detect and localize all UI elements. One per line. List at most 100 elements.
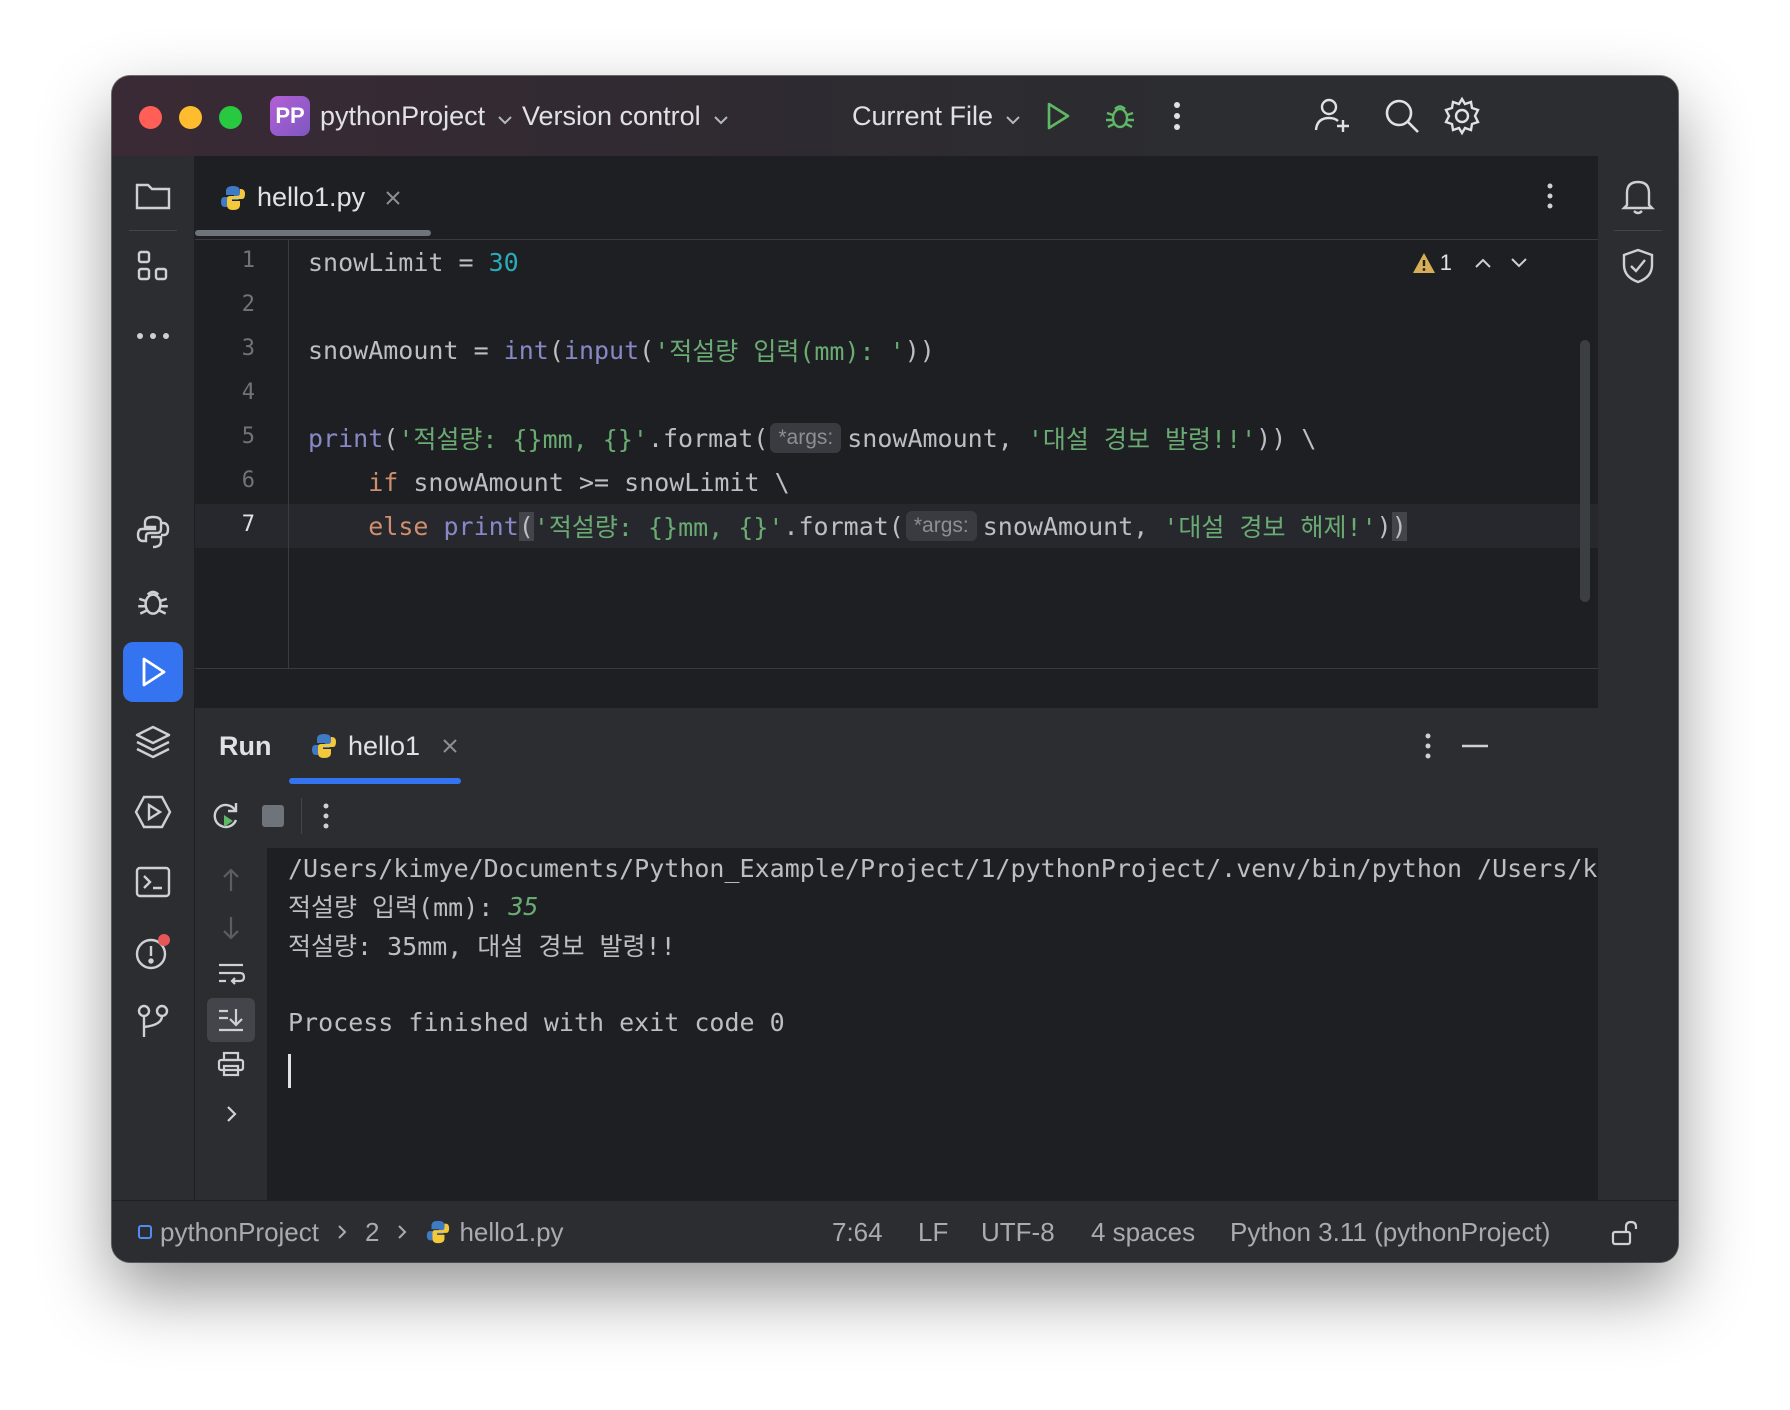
version-control-menu[interactable]: Version control: [522, 76, 729, 156]
git-branch-icon[interactable]: [129, 998, 177, 1046]
line-number: 5: [241, 424, 255, 449]
code-line-1: snowLimit = 30: [308, 247, 519, 277]
run-tool-window-header: Run hello1: [195, 708, 1598, 785]
editor-scrollbar[interactable]: [1580, 340, 1590, 602]
line-number: 1: [241, 248, 255, 273]
line-separator[interactable]: LF: [918, 1201, 948, 1262]
breadcrumb-separator-icon: [397, 1224, 407, 1240]
tab-filename: hello1.py: [257, 182, 366, 212]
chevron-down-icon: [713, 101, 729, 132]
breadcrumb-project[interactable]: pythonProject: [160, 1217, 319, 1248]
gear-icon[interactable]: [1440, 94, 1484, 138]
project-badge: PP: [270, 96, 310, 136]
file-encoding[interactable]: UTF-8: [981, 1201, 1055, 1262]
run-tab-label: hello1: [348, 730, 421, 761]
project-folder-icon[interactable]: [129, 172, 177, 220]
toolbar-separator: [301, 798, 302, 834]
parameter-hint: *args:: [770, 423, 842, 453]
run-tab-hello1[interactable]: hello1: [310, 708, 458, 784]
module-icon: [138, 1225, 152, 1239]
run-panel-title: Run: [219, 730, 272, 761]
shield-check-icon[interactable]: [1614, 242, 1662, 290]
maximize-window-button[interactable]: [219, 106, 242, 129]
console-result-line: 적설량: 35mm, 대설 경보 발령!!: [288, 932, 676, 961]
debug-icon[interactable]: [1100, 96, 1140, 136]
services-icon[interactable]: [129, 788, 177, 836]
run-config-selector[interactable]: Current File: [852, 76, 1021, 156]
run-toolbar-more-icon[interactable]: [311, 796, 341, 836]
chevron-down-icon: [1005, 101, 1021, 132]
minimize-panel-icon[interactable]: [1455, 726, 1495, 766]
console-user-input: 35: [508, 891, 539, 921]
python-console-icon[interactable]: [129, 508, 177, 556]
chevron-down-icon: [497, 101, 513, 132]
warning-count: 1: [1439, 250, 1452, 275]
python-file-icon: [425, 1219, 451, 1245]
console-caret: [288, 1054, 291, 1088]
scroll-up-icon[interactable]: [209, 860, 253, 900]
stop-icon[interactable]: [251, 794, 295, 838]
print-icon[interactable]: [209, 1044, 253, 1084]
line-number: 2: [241, 292, 255, 317]
code-line-6: if snowAmount >= snowLimit \: [368, 467, 790, 497]
right-tool-window-bar: [1597, 156, 1678, 1200]
next-highlight-icon[interactable]: [1510, 257, 1528, 269]
code-line-7: else print('적설량: {}mm, {}' .format(*args:…: [368, 511, 1407, 542]
scroll-down-icon[interactable]: [209, 908, 253, 948]
active-tab-indicator: [195, 230, 431, 236]
project-selector[interactable]: PP pythonProject: [270, 76, 513, 156]
chevron-right-icon[interactable]: [209, 1094, 253, 1134]
console-side-toolbar: [195, 848, 268, 1200]
close-tab-icon[interactable]: [385, 190, 401, 206]
python-file-icon: [219, 184, 247, 212]
lock-open-icon[interactable]: [1604, 1213, 1644, 1253]
code-line-3: snowAmount = int(input('적설량 입력(mm): ')): [308, 335, 935, 367]
line-number: 4: [241, 380, 255, 405]
line-number: 6: [241, 468, 255, 493]
line-number: 7: [241, 512, 255, 537]
close-window-button[interactable]: [139, 106, 162, 129]
more-horizontal-icon[interactable]: [129, 312, 177, 360]
soft-wrap-icon[interactable]: [209, 954, 253, 994]
run-toolbar: [195, 784, 1598, 849]
tab-more-icon[interactable]: [1535, 176, 1565, 216]
caret-position[interactable]: 7:64: [832, 1201, 883, 1262]
inspection-widget[interactable]: 1: [1412, 250, 1528, 276]
notifications-bell-icon[interactable]: [1614, 172, 1662, 220]
console-exit-line: Process finished with exit code 0: [288, 1007, 785, 1037]
breadcrumb-folder[interactable]: 2: [365, 1217, 379, 1248]
left-tool-window-bar: [112, 156, 195, 1200]
run-icon[interactable]: [1040, 98, 1076, 134]
scroll-to-end-icon[interactable]: [207, 998, 255, 1042]
previous-highlight-icon[interactable]: [1474, 257, 1492, 269]
indent-setting[interactable]: 4 spaces: [1091, 1201, 1195, 1262]
breadcrumb-separator-icon: [337, 1224, 347, 1240]
parameter-hint: *args:: [905, 511, 977, 541]
search-icon[interactable]: [1380, 94, 1424, 138]
python-file-icon: [310, 732, 338, 760]
run-tool-icon[interactable]: [123, 642, 183, 702]
minimize-window-button[interactable]: [179, 106, 202, 129]
warning-triangle-icon: [1412, 252, 1436, 274]
console-prompt-line: 적설량 입력(mm): 35: [288, 886, 538, 926]
close-run-tab-icon[interactable]: [442, 738, 458, 754]
add-user-icon[interactable]: [1310, 94, 1354, 138]
layers-icon[interactable]: [129, 718, 177, 766]
breadcrumb: pythonProject 2 hello1.py: [138, 1201, 564, 1262]
run-console[interactable]: /Users/kimye/Documents/Python_Example/Pr…: [268, 848, 1598, 1200]
line-number: 3: [241, 336, 255, 361]
python-interpreter[interactable]: Python 3.11 (pythonProject): [1230, 1201, 1550, 1262]
run-panel-more-icon[interactable]: [1413, 726, 1443, 766]
status-bar: pythonProject 2 hello1.py 7:64 LF UTF-8 …: [112, 1200, 1678, 1262]
structure-icon[interactable]: [129, 242, 177, 290]
more-vertical-icon[interactable]: [1162, 96, 1192, 136]
rerun-icon[interactable]: [203, 794, 247, 838]
code-line-5: print('적설량: {}mm, {}' .format(*args: snowA…: [308, 423, 1317, 454]
debug-tool-icon[interactable]: [129, 578, 177, 626]
terminal-icon[interactable]: [129, 858, 177, 906]
editor-tab-hello1[interactable]: hello1.py: [219, 156, 401, 239]
breadcrumb-file[interactable]: hello1.py: [459, 1217, 563, 1248]
code-editor[interactable]: 1 2 3 4 5 6 7 snowLimit = 30 snowAmount …: [195, 240, 1598, 668]
title-bar: PP pythonProject Version control Current…: [112, 76, 1678, 156]
problems-icon[interactable]: [129, 928, 177, 976]
